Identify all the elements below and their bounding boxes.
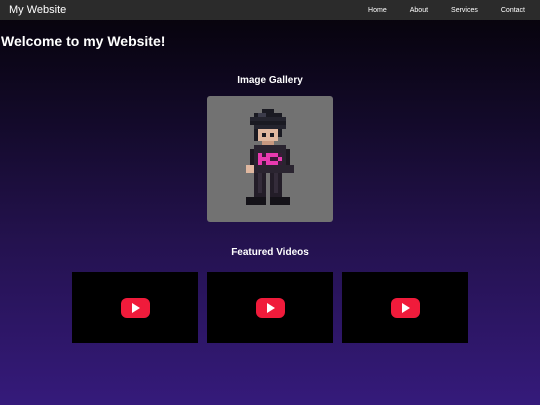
video-embed-2[interactable] (207, 272, 333, 343)
video-embed-1[interactable] (72, 272, 198, 343)
nav-link-home[interactable]: Home (368, 7, 387, 14)
youtube-play-icon[interactable] (255, 297, 285, 318)
nav-link-contact[interactable]: Contact (501, 7, 525, 14)
youtube-play-icon[interactable] (120, 297, 150, 318)
video-embed-3[interactable] (342, 272, 468, 343)
nav-link-about[interactable]: About (410, 7, 428, 14)
site-title[interactable]: My Website (9, 4, 66, 16)
videos-title: Featured Videos (231, 247, 309, 258)
top-navbar: My Website Home About Services Contact (0, 0, 540, 20)
page-title: Welcome to my Website! (1, 33, 166, 49)
nav-links: Home About Services Contact (368, 7, 525, 14)
gallery-title: Image Gallery (237, 75, 303, 86)
youtube-play-icon[interactable] (390, 297, 420, 318)
pixel-art-character-icon (246, 109, 294, 205)
nav-link-services[interactable]: Services (451, 7, 478, 14)
gallery-image[interactable] (207, 96, 333, 222)
